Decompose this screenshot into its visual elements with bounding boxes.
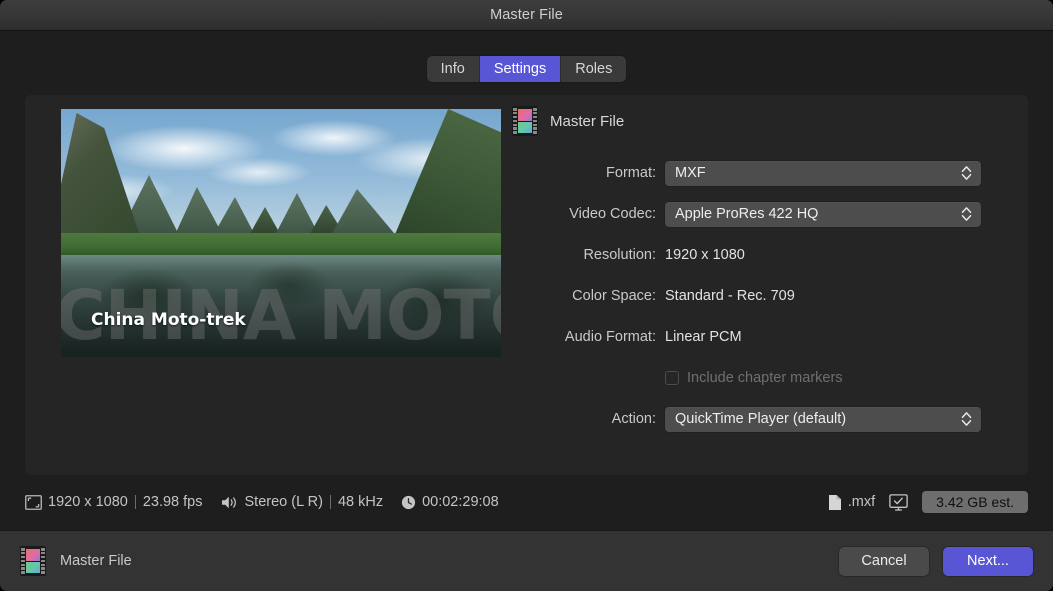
status-divider [329, 495, 331, 509]
tab-info[interactable]: Info [426, 56, 480, 82]
resolution-value: 1920 x 1080 [665, 247, 745, 263]
field-row-format: Format: MXF [512, 158, 1002, 188]
include-chapter-markers-label: Include chapter markers [687, 370, 843, 386]
cancel-button[interactable]: Cancel [839, 546, 929, 576]
status-sample-rate: 48 kHz [337, 494, 384, 510]
film-strip-icon [512, 106, 538, 136]
document-icon [828, 494, 842, 511]
tab-settings[interactable]: Settings [479, 56, 562, 82]
settings-panel: CHINA MOTO-TREK China Moto-trek Master F… [25, 95, 1028, 475]
film-strip-icon [20, 546, 46, 576]
status-frame-rate: 23.98 fps [142, 494, 203, 510]
resolution-label: Resolution: [583, 247, 656, 263]
field-row-color-space: Color Space: Standard - Rec. 709 [512, 281, 1002, 311]
export-dialog-window: Master File Info Settings Roles CHINA MO [0, 0, 1053, 591]
footer-destination-name: Master File [60, 553, 132, 569]
estimated-size-badge: 3.42 GB est. [922, 491, 1028, 513]
video-codec-popup-button[interactable]: Apple ProRes 422 HQ [665, 201, 981, 227]
field-row-resolution: Resolution: 1920 x 1080 [512, 240, 1002, 270]
speaker-icon [221, 495, 239, 510]
tab-roles[interactable]: Roles [561, 56, 627, 82]
action-value: QuickTime Player (default) [675, 411, 847, 427]
chevron-updown-icon [961, 206, 972, 223]
status-duration: 00:02:29:08 [422, 494, 499, 510]
media-status-bar: 1920 x 1080 23.98 fps Stereo (L R) 48 kH… [25, 489, 1028, 515]
status-audio-channels: Stereo (L R) [244, 494, 323, 510]
video-preview-thumbnail[interactable]: CHINA MOTO-TREK China Moto-trek [61, 109, 501, 357]
status-resolution: 1920 x 1080 [48, 494, 128, 510]
clock-icon [401, 495, 416, 510]
audio-format-value: Linear PCM [665, 329, 742, 345]
format-popup-button[interactable]: MXF [665, 160, 981, 186]
window-title: Master File [490, 7, 563, 23]
segmented-tab-control: Info Settings Roles [426, 56, 627, 82]
tab-bar: Info Settings Roles [0, 56, 1053, 82]
video-codec-label: Video Codec: [569, 206, 656, 222]
color-space-label: Color Space: [572, 288, 656, 304]
output-extension: .mxf [847, 494, 876, 510]
field-row-chapter-markers: Include chapter markers [512, 363, 1002, 393]
status-right-group: .mxf 3.42 GB est. [828, 491, 1028, 513]
footer-buttons: Cancel Next... [839, 546, 1033, 576]
form-heading: Master File [550, 112, 625, 130]
settings-form: Format: MXF Video Codec: Apple ProRes 42… [512, 158, 1002, 445]
format-value: MXF [675, 165, 706, 181]
audio-format-label: Audio Format: [564, 329, 656, 345]
next-button[interactable]: Next... [943, 546, 1033, 576]
status-left-group: 1920 x 1080 23.98 fps Stereo (L R) 48 kH… [25, 494, 499, 510]
preview-title-overlay: China Moto-trek [91, 310, 246, 330]
format-label: Format: [606, 165, 656, 181]
checkbox-box[interactable] [665, 371, 679, 385]
field-row-audio-format: Audio Format: Linear PCM [512, 322, 1002, 352]
dialog-footer: Master File Cancel Next... [0, 530, 1053, 591]
field-row-video-codec: Video Codec: Apple ProRes 422 HQ [512, 199, 1002, 229]
field-row-action: Action: QuickTime Player (default) [512, 404, 1002, 434]
window-titlebar: Master File [0, 0, 1053, 31]
chevron-updown-icon [961, 411, 972, 428]
form-header: Master File [512, 106, 624, 136]
status-divider [134, 495, 136, 509]
chevron-updown-icon [961, 165, 972, 182]
include-chapter-markers-checkbox[interactable]: Include chapter markers [665, 370, 843, 386]
video-codec-value: Apple ProRes 422 HQ [675, 206, 819, 222]
action-popup-button[interactable]: QuickTime Player (default) [665, 406, 981, 432]
display-check-icon[interactable] [889, 493, 908, 511]
resolution-frame-icon [25, 494, 42, 510]
action-label: Action: [611, 411, 656, 427]
color-space-value: Standard - Rec. 709 [665, 288, 795, 304]
